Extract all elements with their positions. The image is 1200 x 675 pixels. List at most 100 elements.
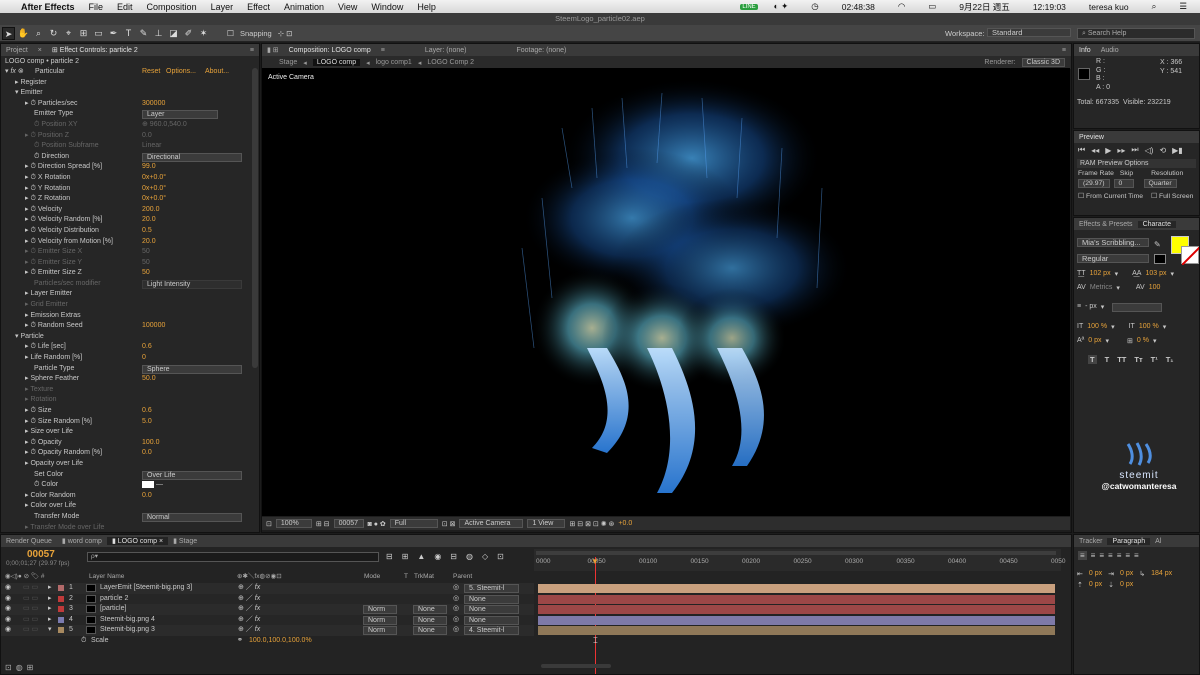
brush-tool-icon[interactable]: ✎ — [137, 27, 150, 40]
status-time1[interactable]: 02:48:38 — [835, 2, 882, 12]
property-value[interactable]: 0x+0.0° — [142, 173, 166, 184]
eye-icon[interactable]: ◉ — [5, 615, 11, 626]
layer-name[interactable]: Steemit-big.png 4 — [100, 615, 155, 626]
faux-italic-button[interactable]: T — [1105, 355, 1110, 364]
lock-toggle[interactable]: ▭ ▭ — [23, 625, 38, 636]
hscale-dropdown-icon[interactable]: ▾ — [1163, 323, 1167, 331]
property-row[interactable]: ▸ Transfer Mode over Life — [1, 523, 259, 532]
leading-value[interactable]: 103 px — [1145, 270, 1166, 278]
work-area-bar[interactable] — [536, 551, 1056, 555]
timeline-zoom-slider[interactable] — [541, 664, 611, 668]
layer-switches[interactable]: ⊕ ／ fx — [238, 594, 260, 605]
property-row[interactable]: ▸ Rotation — [1, 395, 259, 406]
kerning-dropdown-icon[interactable]: ▾ — [1116, 284, 1120, 292]
col-trkmat[interactable]: TrkMat — [414, 572, 434, 582]
property-row[interactable]: Transfer Mode Normal — [1, 512, 259, 523]
tab-character[interactable]: Characte — [1137, 220, 1176, 228]
col-parent[interactable]: Parent — [453, 572, 472, 582]
loop-icon[interactable]: ⟲ — [1159, 146, 1166, 155]
snapping-checkbox[interactable]: ☐ — [224, 27, 237, 40]
property-row[interactable]: ▸ ⏱ Velocity Random [%] 20.0 — [1, 215, 259, 226]
first-frame-icon[interactable]: ⏮ — [1078, 145, 1085, 155]
indent-first-value[interactable]: 184 px — [1151, 570, 1172, 578]
property-value[interactable]: 50 — [142, 268, 150, 279]
property-row[interactable]: ▸ ⏱ Opacity 100.0 — [1, 438, 259, 449]
playhead-marker-icon[interactable]: ▼ — [591, 557, 599, 566]
crumb-logo-comp[interactable]: LOGO comp — [312, 59, 361, 66]
property-row[interactable]: ▸ ⏱ Emitter Size X 50 — [1, 247, 259, 258]
parent-select[interactable]: 5. Steemit-l — [464, 584, 519, 593]
layer-row[interactable]: ◉ ▭ ▭ ▸ 2 particle 2 ⊕ ／ fx ◎ None — [1, 593, 534, 605]
view-select[interactable]: 1 View — [527, 519, 566, 528]
tracking-value[interactable]: 100 — [1149, 284, 1161, 292]
layer-row[interactable]: ◉ ▭ ▭ ▾ 5 Steemit-big.png 3 ⊕ ／ fx Norm None ◎ 4.… — [1, 625, 534, 636]
tab-logo-comp[interactable]: ▮ LOGO comp × — [106, 537, 169, 545]
leading-dropdown-icon[interactable]: ▾ — [1170, 270, 1174, 278]
parent-pick-icon[interactable]: ◎ — [453, 594, 459, 605]
tab-word-comp[interactable]: ▮ word comp — [57, 537, 107, 545]
wifi-icon[interactable]: ◠ — [891, 1, 912, 12]
mode-select[interactable]: Norm — [363, 626, 397, 636]
col-t[interactable]: T — [404, 572, 408, 582]
stroke-color-swatch[interactable] — [1181, 246, 1199, 266]
hscale-value[interactable]: 100 % — [1139, 323, 1159, 331]
property-value[interactable]: 0.5 — [142, 226, 152, 237]
property-row[interactable]: ▸ Color over Life — [1, 501, 259, 512]
superscript-button[interactable]: T¹ — [1151, 355, 1158, 364]
play-icon[interactable]: ▶ — [1105, 146, 1111, 155]
property-row[interactable]: ▸ Emission Extras — [1, 311, 259, 322]
property-row[interactable]: ▸ Opacity over Life — [1, 459, 259, 470]
zoom-tool-icon[interactable]: ⌕ — [32, 27, 45, 40]
tab-effect-controls[interactable]: ⊞ Effect Controls: particle 2 — [47, 46, 143, 54]
baseline-value[interactable]: 0 px — [1088, 337, 1101, 345]
scrollbar[interactable] — [252, 68, 258, 368]
list-icon[interactable]: ☰ — [1172, 1, 1194, 12]
resolution-select[interactable]: Full — [389, 519, 438, 528]
expand-icon[interactable]: ▾ — [48, 625, 52, 636]
property-row[interactable]: Particles/sec modifier Light Intensity — [1, 279, 259, 290]
full-screen-checkbox[interactable]: ☐ Full Screen — [1151, 192, 1193, 200]
label-color[interactable] — [58, 585, 64, 591]
switch-header-icons[interactable]: ⊕✱＼fx◍⊘◉⊡ — [237, 572, 282, 582]
tsume-dropdown-icon[interactable]: ▾ — [1153, 337, 1157, 345]
tab-render-queue[interactable]: Render Queue — [1, 538, 57, 545]
property-row[interactable]: ▸ ⏱ Position Z 0.0 — [1, 131, 259, 142]
property-value[interactable]: 20.0 — [142, 215, 156, 226]
reset-link[interactable]: Reset — [142, 67, 160, 78]
workspace-select[interactable]: Standard — [987, 28, 1071, 37]
indent-right-value[interactable]: 0 px — [1120, 570, 1133, 578]
layer-name[interactable]: Steemit-big.png 3 — [100, 625, 155, 636]
property-row[interactable]: ▸ ⏱ Particles/sec 300000 — [1, 99, 259, 110]
current-timecode[interactable]: 00057 — [27, 549, 55, 560]
magnifier-icon[interactable]: ⊡ — [266, 520, 272, 528]
property-value[interactable]: 200.0 — [142, 205, 160, 216]
exposure-value[interactable]: +0.0 — [618, 520, 632, 527]
fit-icon[interactable]: ⊞ ⊟ — [316, 520, 330, 528]
property-value[interactable]: 100.0 — [142, 438, 160, 449]
menu-app[interactable]: After Effects — [14, 2, 82, 12]
layer-name[interactable]: LayerEmit [Steemit-big.png 3] — [100, 583, 192, 594]
property-row[interactable]: ▸ ⏱ Emitter Size Y 50 — [1, 258, 259, 269]
menu-layer[interactable]: Layer — [204, 2, 241, 12]
expand-icon[interactable]: ▸ — [48, 615, 52, 626]
search-icon[interactable]: ⌕ — [1145, 1, 1164, 12]
font-size-value[interactable]: 102 px — [1090, 270, 1111, 278]
tab-project[interactable]: Project — [1, 47, 33, 54]
crumb-stage[interactable]: Stage — [279, 59, 297, 66]
space-after-value[interactable]: 0 px — [1120, 581, 1133, 589]
status-user[interactable]: teresa kuo — [1082, 2, 1136, 12]
eye-icon[interactable]: ◉ — [5, 625, 11, 636]
layer-name[interactable]: [particle] — [100, 604, 126, 615]
roto-tool-icon[interactable]: ✐ — [182, 27, 195, 40]
layer-row[interactable]: ◉ ▭ ▭ ▸ 4 Steemit-big.png 4 ⊕ ／ fx Norm None ◎ No… — [1, 614, 534, 626]
menu-effect[interactable]: Effect — [240, 2, 277, 12]
property-row[interactable]: ▸ ⏱ Life [sec] 0.6 — [1, 342, 259, 353]
property-value[interactable]: 100000 — [142, 321, 165, 332]
close-icon[interactable]: × — [33, 47, 47, 54]
stopwatch-icon[interactable]: ⏱ — [81, 636, 86, 646]
parent-select[interactable]: 4. Steemit-l — [464, 626, 519, 636]
roi-icon[interactable]: ⊡ ⊠ — [442, 520, 456, 528]
property-value[interactable]: 5.0 — [142, 417, 152, 428]
last-frame-icon[interactable]: ⏭ — [1131, 145, 1138, 155]
scale-value[interactable]: 100.0,100.0,100.0% — [249, 636, 312, 646]
